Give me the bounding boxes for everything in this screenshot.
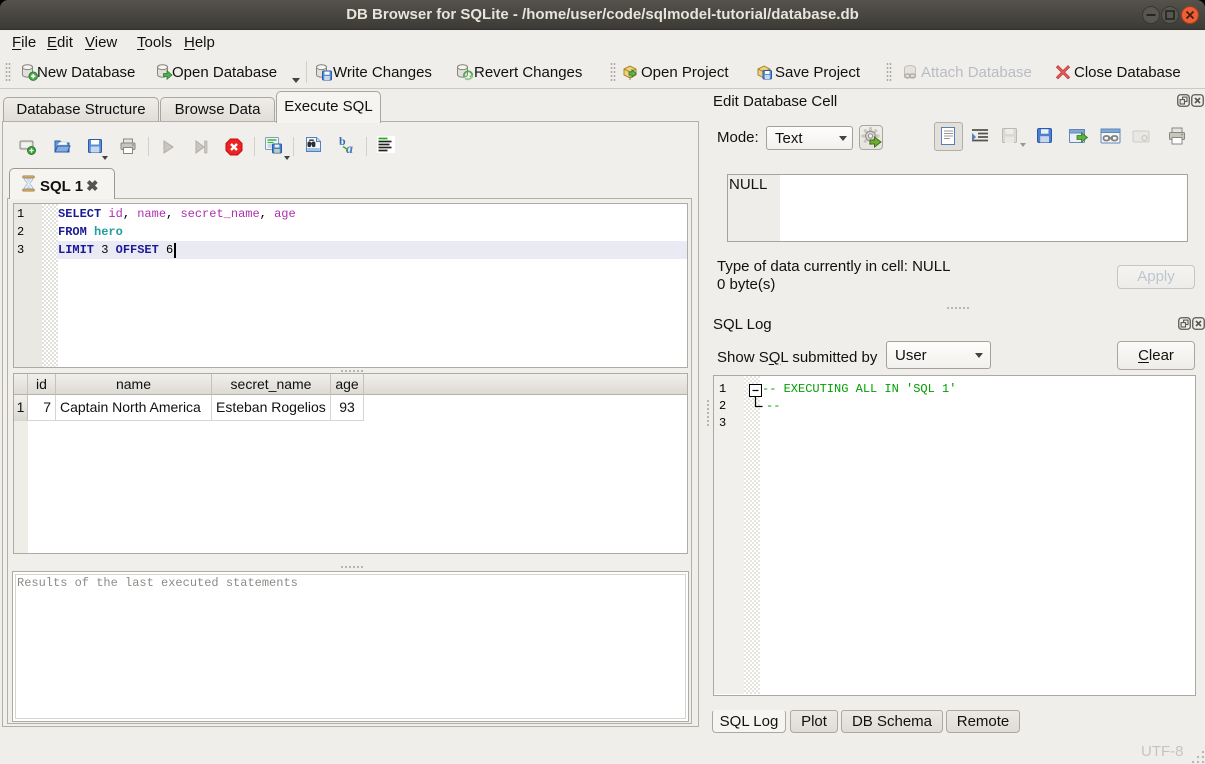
- svg-text:b: b: [339, 136, 346, 148]
- svg-text:a: a: [346, 142, 353, 154]
